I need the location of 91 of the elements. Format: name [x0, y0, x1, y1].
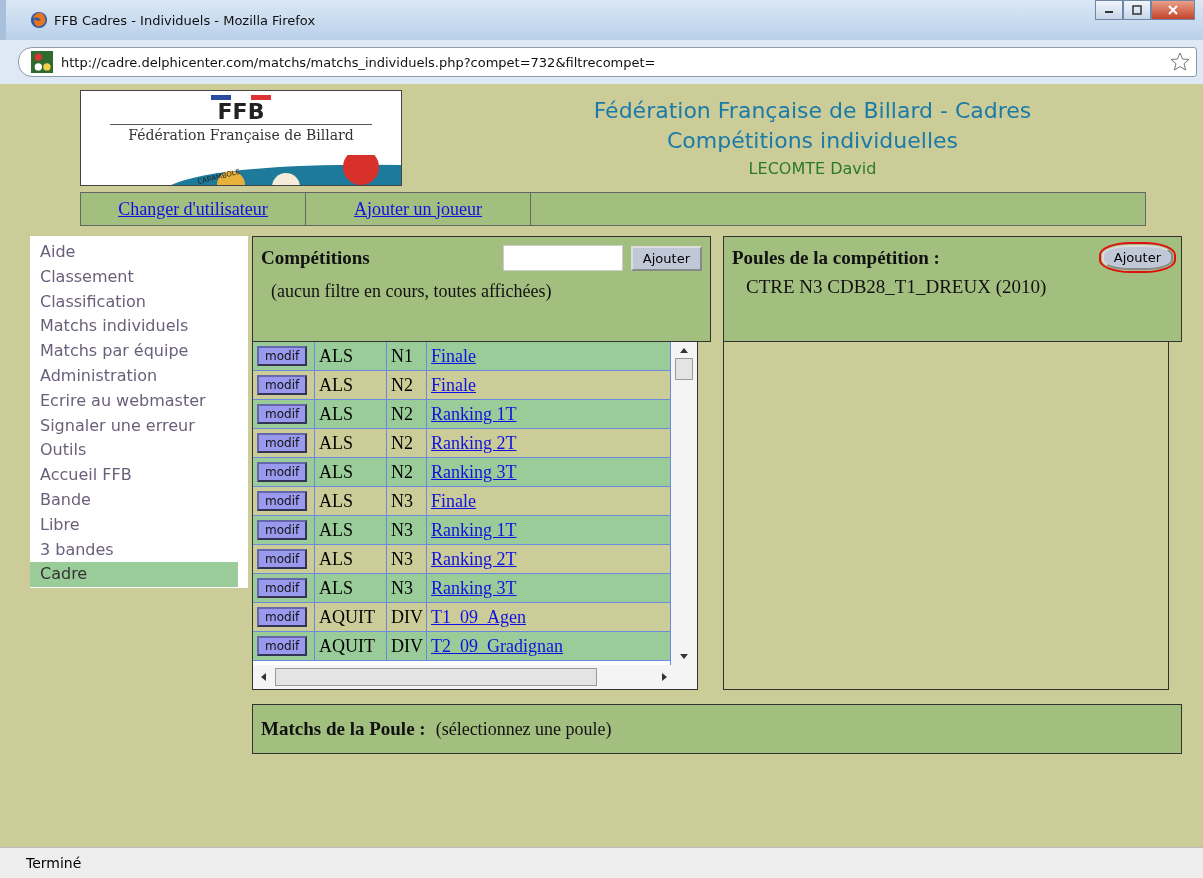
competition-link[interactable]: Ranking 3T [431, 577, 517, 599]
scrollbar-thumb[interactable] [675, 358, 693, 380]
address-field[interactable]: http://cadre.delphicenter.com/matchs/matchs_individuels.php?compet=732&filtrecompet= [18, 47, 1197, 77]
filter-field[interactable] [502, 245, 623, 271]
table-cell: N3 [387, 545, 427, 573]
sidebar-item[interactable]: Classification [30, 289, 238, 315]
table-cell: N3 [387, 487, 427, 515]
table-cell: N2 [387, 458, 427, 486]
scroll-down-icon[interactable] [679, 653, 689, 661]
modify-button[interactable]: modif [257, 346, 308, 366]
sidebar-item[interactable]: Aide [30, 240, 238, 265]
sidebar-item[interactable]: Bande [30, 487, 238, 513]
minimize-button[interactable] [1095, 0, 1123, 20]
sidebar-item[interactable]: Ecrire au webmaster [30, 388, 238, 414]
table-cell: ALS [315, 371, 387, 399]
table-cell: ALS [315, 487, 387, 515]
table-cell: DIV [387, 603, 427, 631]
add-button[interactable]: Ajouter [630, 245, 702, 271]
site-title: Fédération Française de Billard - Cadres [592, 97, 1033, 125]
scroll-left-icon[interactable] [259, 672, 267, 682]
user-name: LECOMTE David [747, 158, 878, 180]
table-cell: ALS [315, 342, 387, 370]
nav-link[interactable]: Ajouter un joueur [354, 198, 482, 220]
table-cell: ALS [315, 429, 387, 457]
site-icon [31, 51, 53, 73]
modify-button[interactable]: modif [257, 636, 308, 656]
add-button[interactable]: Ajouter [1101, 245, 1173, 270]
sidebar-item[interactable]: Matchs individuels [30, 314, 238, 340]
firefox-icon [30, 11, 48, 29]
competition-link[interactable]: Finale [431, 490, 476, 512]
filter-note: (aucun filtre en cours, toutes affichées) [270, 280, 553, 302]
table-cell: N1 [387, 342, 427, 370]
panel-title: Matchs de la Poule : [261, 718, 426, 740]
sidebar-item[interactable]: Outils [30, 438, 238, 464]
competition-link[interactable]: Ranking 3T [431, 461, 517, 483]
modify-button[interactable]: modif [257, 433, 308, 453]
modify-button[interactable]: modif [257, 549, 308, 569]
sidebar-item[interactable]: Accueil FFB [30, 463, 238, 488]
sidebar-item[interactable]: Administration [30, 364, 238, 389]
modify-button[interactable]: modif [257, 404, 308, 424]
window-title: FFB Cadres - Individuels - Mozilla Firefox [54, 12, 317, 28]
competition-link[interactable]: Ranking 1T [431, 519, 517, 541]
table-cell: ALS [315, 458, 387, 486]
table-cell: DIV [387, 632, 427, 660]
modify-button[interactable]: modif [257, 607, 308, 627]
sidebar-item[interactable]: 3 bandes [30, 537, 238, 563]
matches-note: (sélectionnez une poule) [435, 718, 612, 740]
modify-button[interactable]: modif [257, 520, 308, 540]
competition-link[interactable]: Finale [431, 374, 476, 396]
table-cell: ALS [315, 574, 387, 602]
modify-button[interactable]: modif [257, 375, 308, 395]
competition-link[interactable]: Finale [431, 345, 476, 367]
table-cell: ALS [315, 400, 387, 428]
table-cell: N2 [387, 371, 427, 399]
modify-button[interactable]: modif [257, 462, 308, 482]
horizontal-scrollbar[interactable] [253, 665, 697, 689]
table-cell: N2 [387, 400, 427, 428]
scrollbar-thumb[interactable] [275, 668, 597, 686]
vertical-scrollbar[interactable] [671, 342, 697, 665]
modify-button[interactable]: modif [257, 578, 308, 598]
competition-link[interactable]: Ranking 2T [431, 432, 517, 454]
nav-link[interactable]: Changer d'utilisateur [118, 198, 268, 220]
competition-link[interactable]: Ranking 2T [431, 548, 517, 570]
maximize-icon [1132, 5, 1142, 15]
competition-name: CTRE N3 CDB28_T1_DREUX (2010) [745, 275, 1048, 298]
panel-title: Compétitions [261, 247, 371, 269]
sidebar-item[interactable]: Classement [30, 264, 238, 290]
table-cell: ALS [315, 516, 387, 544]
competition-link[interactable]: Ranking 1T [431, 403, 517, 425]
competition-link[interactable]: T1_09_Agen [431, 606, 526, 628]
star-icon[interactable] [1170, 52, 1190, 72]
sidebar-item[interactable]: Libre [30, 512, 238, 538]
table-cell: N3 [387, 516, 427, 544]
scroll-up-icon[interactable] [679, 346, 689, 354]
maximize-button[interactable] [1123, 0, 1151, 20]
modify-button[interactable]: modif [257, 491, 308, 511]
table-cell: ALS [315, 545, 387, 573]
table-cell: AQUIT [315, 632, 387, 660]
sidebar-item[interactable]: Cadre [30, 562, 238, 588]
page-subtitle: Compétitions individuelles [666, 127, 959, 155]
table-cell: N2 [387, 429, 427, 457]
panel-title: Poules de la compétition : [732, 246, 941, 269]
close-button[interactable] [1151, 0, 1195, 20]
scroll-right-icon[interactable] [661, 672, 669, 682]
table-cell: AQUIT [315, 603, 387, 631]
table-cell: N3 [387, 574, 427, 602]
competition-link[interactable]: T2_09_Gradignan [431, 635, 563, 657]
sidebar-item[interactable]: Matchs par équipe [30, 339, 238, 364]
close-icon [1168, 5, 1178, 15]
status-text: Terminé [26, 855, 82, 871]
sidebar-item[interactable]: Signaler une erreur [30, 413, 238, 439]
